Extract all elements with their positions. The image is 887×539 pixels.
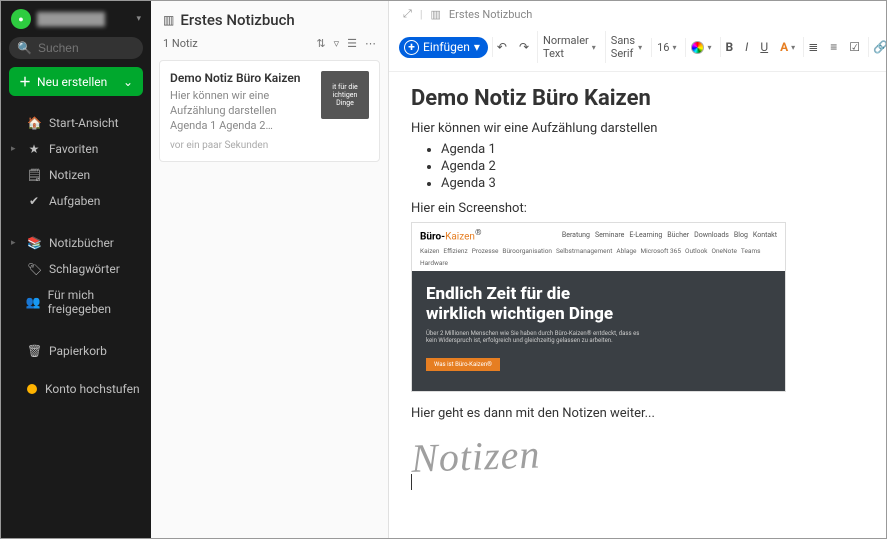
account-row[interactable]: ● ████████ ▾ xyxy=(1,1,151,37)
breadcrumb-notebook[interactable]: Erstes Notizbuch xyxy=(449,8,532,21)
view-icon[interactable]: ☰ xyxy=(347,37,357,50)
nav-icon: 📚 xyxy=(27,236,41,250)
editor-column: ⤢ | ▥ Erstes Notizbuch + Einfügen ▾ ↶ ↷ … xyxy=(389,1,886,538)
more-icon[interactable]: ⋯ xyxy=(365,37,376,50)
sidebar: ● ████████ ▾ 🔍 ＋ Neu erstellen ⌄ 🏠 Start… xyxy=(1,1,151,538)
nav-icon: ★ xyxy=(27,142,41,156)
sort-icon[interactable]: ⇅ xyxy=(316,37,325,50)
nav-label: Notizen xyxy=(49,168,90,182)
insert-button[interactable]: + Einfügen ▾ xyxy=(399,37,488,58)
note-title[interactable]: Demo Notiz Büro Kaizen xyxy=(411,86,864,111)
nav-icon: 🏠 xyxy=(27,116,41,130)
sidebar-item-papierkorb[interactable]: 🗑 Papierkorb xyxy=(1,338,151,364)
nav-icon: 🗑 xyxy=(27,344,41,358)
plus-icon: ＋ xyxy=(19,73,31,90)
note-card-time: vor ein paar Sekunden xyxy=(170,140,313,151)
underline-button[interactable]: U xyxy=(756,37,772,57)
nav-label: Aufgaben xyxy=(49,194,100,208)
filter-icon[interactable]: ▿ xyxy=(334,37,340,50)
note-body[interactable]: Demo Notiz Büro Kaizen Hier können wir e… xyxy=(389,72,886,538)
sidebar-item-favoriten[interactable]: ▸ ★ Favoriten xyxy=(1,136,151,162)
nav-label: Für mich freigegeben xyxy=(48,288,141,316)
bullet-list-button[interactable]: ≣ xyxy=(803,37,822,57)
search-input[interactable] xyxy=(38,41,135,55)
bullet-item: Agenda 1 xyxy=(441,142,864,157)
notebook-title: Erstes Notizbuch xyxy=(180,11,294,29)
note-intro: Hier können wir eine Aufzählung darstell… xyxy=(411,121,864,136)
checklist-button[interactable]: ☑ xyxy=(845,37,864,57)
shot-brand: Büro-Kaizen® xyxy=(420,228,482,242)
shot-hero: Endlich Zeit für diewirklich wichtigen D… xyxy=(412,271,785,391)
nav-icon: 🏷 xyxy=(27,262,41,276)
nav-label: Notizbücher xyxy=(49,236,114,250)
nav-label: Start-Ansicht xyxy=(49,116,119,130)
font-family-select[interactable]: Sans Serif▾ xyxy=(605,31,647,63)
editor-toolbar: + Einfügen ▾ ↶ ↷ Normaler Text▾ Sans Ser… xyxy=(389,27,886,72)
note-card-title: Demo Notiz Büro Kaizen xyxy=(170,71,313,85)
caret-icon: ▸ xyxy=(11,144,19,154)
insert-label: Einfügen xyxy=(423,40,470,54)
nav-label: Papierkorb xyxy=(49,344,107,358)
caret-icon: ▸ xyxy=(11,238,19,248)
upgrade-account[interactable]: Konto hochstufen xyxy=(1,376,151,402)
highlight-button[interactable]: A▾ xyxy=(776,37,799,57)
search-icon: 🔍 xyxy=(17,41,32,55)
upgrade-icon xyxy=(27,384,37,394)
shot-cta: Was ist Büro-Kaizen® xyxy=(426,358,500,371)
chevron-down-icon: ⌄ xyxy=(123,75,133,89)
note-continue: Hier geht es dann mit den Notizen weiter… xyxy=(411,406,864,421)
chevron-down-icon: ▾ xyxy=(474,40,480,54)
search-box[interactable]: 🔍 xyxy=(9,37,143,59)
handwriting: Notizen xyxy=(410,419,864,482)
bullet-item: Agenda 3 xyxy=(441,176,864,191)
new-button-label: Neu erstellen xyxy=(37,75,107,89)
shot-nav-secondary: KaizenEffizienzProzesseBüroorganisationS… xyxy=(412,247,785,271)
bold-button[interactable]: B xyxy=(720,37,737,57)
sidebar-item-aufgaben[interactable]: ✔ Aufgaben xyxy=(1,188,151,214)
nav-icon: 🗒 xyxy=(27,168,41,182)
sidebar-item-f-r-mich-freigegeben[interactable]: 👥 Für mich freigegeben xyxy=(1,282,151,322)
sidebar-item-notizen[interactable]: 🗒 Notizen xyxy=(1,162,151,188)
expand-icon[interactable]: ⤢ xyxy=(403,7,412,21)
bullet-item: Agenda 2 xyxy=(441,159,864,174)
user-name: ████████ xyxy=(37,12,130,26)
avatar: ● xyxy=(11,9,31,29)
screenshot-label: Hier ein Screenshot: xyxy=(411,201,864,216)
note-count: 1 Notiz xyxy=(163,37,198,50)
new-button[interactable]: ＋ Neu erstellen ⌄ xyxy=(9,67,143,96)
number-list-button[interactable]: ≡ xyxy=(826,37,841,57)
italic-button[interactable]: I xyxy=(741,37,752,57)
sidebar-item-schlagw-rter[interactable]: 🏷 Schlagwörter xyxy=(1,256,151,282)
embedded-screenshot: Büro-Kaizen® BeratungSeminareE-LearningB… xyxy=(411,222,786,392)
redo-button[interactable]: ↷ xyxy=(515,37,533,57)
note-card-thumb: it für die ichtigen Dinge xyxy=(321,71,369,119)
nav-label: Favoriten xyxy=(49,142,98,156)
plus-icon: + xyxy=(404,40,419,55)
nav-icon: ✔ xyxy=(27,194,41,208)
paragraph-style-select[interactable]: Normaler Text▾ xyxy=(537,31,601,63)
color-swatch-icon xyxy=(691,41,704,54)
note-card[interactable]: Demo Notiz Büro Kaizen Hier können wir e… xyxy=(159,60,380,162)
text-color-button[interactable]: ▾ xyxy=(685,38,716,57)
note-card-snippet: Hier können wir eine Aufzählung darstell… xyxy=(170,89,313,134)
note-list-column: ▥ Erstes Notizbuch 1 Notiz ⇅ ▿ ☰ ⋯ Demo … xyxy=(151,1,389,538)
undo-button[interactable]: ↶ xyxy=(492,37,511,57)
sidebar-item-start-ansicht[interactable]: 🏠 Start-Ansicht xyxy=(1,110,151,136)
nav-icon: 👥 xyxy=(26,295,40,309)
font-size-select[interactable]: 16▾ xyxy=(651,38,681,57)
notebook-icon: ▥ xyxy=(163,13,174,27)
link-button[interactable]: 🔗 xyxy=(868,37,886,57)
upgrade-label: Konto hochstufen xyxy=(45,382,140,396)
nav-label: Schlagwörter xyxy=(49,262,120,276)
notebook-icon: ▥ xyxy=(431,8,441,21)
chevron-down-icon: ▾ xyxy=(136,14,141,24)
shot-nav-primary: BeratungSeminareE-LearningBücherDownload… xyxy=(562,231,777,239)
sidebar-item-notizb-cher[interactable]: ▸ 📚 Notizbücher xyxy=(1,230,151,256)
